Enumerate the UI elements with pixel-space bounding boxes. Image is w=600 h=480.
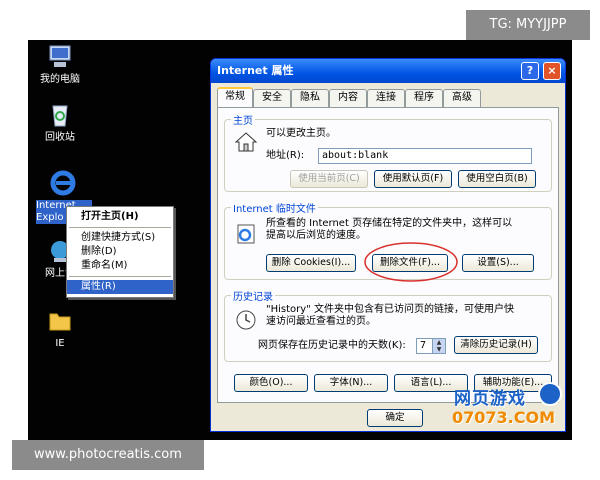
delete-cookies-button[interactable]: 删除 Cookies(I)...: [266, 254, 356, 272]
tab-privacy[interactable]: 隐私: [291, 89, 329, 107]
desktop-icon-recycle-bin[interactable]: 回收站: [28, 100, 92, 144]
history-legend: 历史记录: [233, 292, 273, 303]
days-to-keep-label: 网页保存在历史记录中的天数(K):: [258, 340, 406, 351]
settings-button[interactable]: 设置(S)...: [462, 254, 534, 272]
desktop-icon-label: IE: [55, 338, 65, 349]
tab-programs[interactable]: 程序: [405, 89, 443, 107]
site-logo: 网页游戏 07073.COM: [448, 382, 566, 434]
menu-item-create-shortcut[interactable]: 创建快捷方式(S): [67, 231, 173, 245]
logo-line-2: 07073.COM: [452, 408, 556, 427]
recycle-bin-icon: [52, 105, 68, 127]
tab-advanced[interactable]: 高级: [443, 89, 481, 107]
desktop-icon-label: 我的电脑: [40, 74, 80, 85]
tab-connections[interactable]: 连接: [367, 89, 405, 107]
homepage-description: 可以更改主页。: [266, 128, 336, 139]
history-description-2: 速访问最近查看过的页。: [266, 316, 376, 327]
menu-separator: [69, 276, 171, 277]
use-blank-page-button[interactable]: 使用空白页(B): [458, 170, 536, 188]
homepage-legend: 主页: [233, 116, 253, 127]
dialog-title: Internet 属性: [217, 64, 294, 77]
fonts-button[interactable]: 字体(N)...: [314, 374, 388, 392]
ie-icon: [50, 170, 76, 196]
temp-files-legend: Internet 临时文件: [233, 204, 316, 215]
tab-security[interactable]: 安全: [253, 89, 291, 107]
context-menu: 打开主页(H) 创建快捷方式(S) 删除(D) 重命名(M) 属性(R): [66, 206, 174, 298]
address-input[interactable]: about:blank: [318, 148, 532, 164]
colors-button[interactable]: 颜色(O)...: [234, 374, 308, 392]
ok-button[interactable]: 确定: [367, 409, 423, 427]
clear-history-button[interactable]: 清除历史记录(H): [454, 336, 538, 354]
menu-separator: [69, 227, 171, 228]
temp-files-description-2: 提高以后浏览的速度。: [266, 230, 366, 241]
ie-page-icon: [237, 224, 255, 244]
history-clock-icon: [236, 310, 256, 330]
help-button[interactable]: ?: [521, 62, 539, 80]
desktop-icon-label: Explo: [36, 212, 68, 224]
tab-content[interactable]: 内容: [329, 89, 367, 107]
general-tab-panel: 主页 可以更改主页。 地址(R): about:blank 使用当前页(C) 使…: [217, 107, 559, 403]
desktop-icon-ie-folder[interactable]: IE: [28, 306, 92, 350]
address-label: 地址(R):: [266, 150, 305, 161]
menu-item-rename[interactable]: 重命名(M): [67, 259, 173, 273]
folder-icon: [49, 313, 71, 331]
menu-item-properties[interactable]: 属性(R): [67, 280, 173, 294]
desktop-icon-my-computer[interactable]: 我的电脑: [28, 42, 92, 86]
desktop: 我的电脑 回收站 Internet Explo 网上邻 IE 打开主页(H) 创…: [28, 40, 572, 440]
menu-item-delete[interactable]: 删除(D): [67, 245, 173, 259]
history-description-1: "History" 文件夹中包含有已访问页的链接，可使用户快: [266, 304, 514, 315]
spinner-arrows-icon[interactable]: ▲ ▼: [432, 339, 445, 353]
watermark-top: TG: MYYJJPP: [466, 10, 590, 40]
watermark-bottom: www.photocreatis.com: [12, 440, 204, 470]
house-icon: [234, 132, 258, 152]
dialog-titlebar[interactable]: Internet 属性 ? ×: [211, 59, 565, 83]
internet-properties-dialog: Internet 属性 ? × 常规 安全 隐私 内容 连接 程序 高级 主页 …: [210, 58, 566, 432]
annotation-circle: [364, 242, 458, 282]
computer-icon: [49, 45, 71, 67]
logo-line-1: 网页游戏: [454, 389, 526, 409]
temp-files-description-1: 所查看的 Internet 页存储在特定的文件夹中，这样可以: [266, 218, 513, 229]
use-current-page-button[interactable]: 使用当前页(C): [290, 170, 368, 188]
menu-item-open-homepage[interactable]: 打开主页(H): [67, 210, 173, 224]
desktop-icon-label: 回收站: [45, 132, 75, 143]
use-default-page-button[interactable]: 使用默认页(F): [374, 170, 452, 188]
tab-general[interactable]: 常规: [217, 87, 253, 108]
logo-mascot-icon: [538, 382, 562, 406]
close-button[interactable]: ×: [543, 62, 561, 80]
